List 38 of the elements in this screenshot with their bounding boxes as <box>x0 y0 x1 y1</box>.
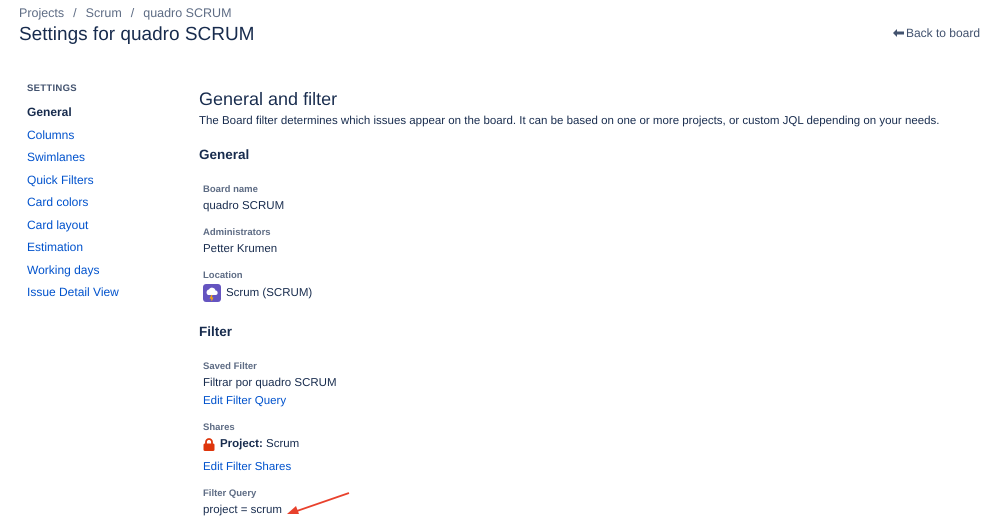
breadcrumb-separator: / <box>73 6 77 20</box>
project-avatar-icon <box>203 284 221 302</box>
section-heading: General <box>199 147 250 162</box>
sidebar-heading: SETTINGS <box>27 83 78 94</box>
sidebar-item[interactable]: Swimlanes <box>27 146 86 168</box>
sidebar-item[interactable]: Working days <box>27 258 100 281</box>
sidebar-item[interactable]: General <box>27 101 72 124</box>
field-label: Filter Query <box>203 488 256 499</box>
field-label: Board name <box>203 184 258 195</box>
sidebar-item[interactable]: Estimation <box>27 236 84 258</box>
field-label: Location <box>203 270 243 281</box>
field-value: project = scrum <box>203 503 282 518</box>
description: The Board filter determines which issues appear on the board. It can be based on one or more projects, or custom JQL depending on your needs. <box>199 115 940 127</box>
back-arrow-icon <box>892 29 904 37</box>
field-label: Shares <box>203 422 235 433</box>
section-heading: Filter <box>199 324 234 339</box>
sidebar-item[interactable]: Quick Filters <box>27 168 94 191</box>
breadcrumb-link[interactable]: Scrum <box>86 6 122 20</box>
field-value: quadro SCRUM <box>203 199 284 214</box>
lock-icon <box>203 438 215 451</box>
field-value: Scrum (SCRUM) <box>226 286 312 300</box>
breadcrumb-link[interactable]: quadro SCRUM <box>143 6 232 20</box>
field-value: Petter Krumen <box>203 242 278 257</box>
breadcrumb-separator: / <box>130 6 134 20</box>
sidebar-item[interactable]: Card colors <box>27 191 88 214</box>
page-title: Settings for quadro SCRUM <box>19 24 254 46</box>
breadcrumb-link[interactable]: Projects <box>19 6 64 20</box>
field-label: Administrators <box>203 227 271 238</box>
sidebar-item[interactable]: Card layout <box>27 214 88 236</box>
field-value: Project: Scrum <box>220 437 300 452</box>
field-label: Saved Filter <box>203 361 257 372</box>
edit-link[interactable]: Edit Filter Query <box>203 393 286 410</box>
sidebar-item[interactable]: Issue Detail View <box>27 281 119 304</box>
section-title: General and filter <box>199 89 338 110</box>
edit-link[interactable]: Edit Filter Shares <box>203 459 292 476</box>
sidebar-item[interactable]: Columns <box>27 124 74 146</box>
field-value: Filtrar por quadro SCRUM <box>203 376 337 391</box>
back-link[interactable]: Back to board <box>892 26 980 40</box>
